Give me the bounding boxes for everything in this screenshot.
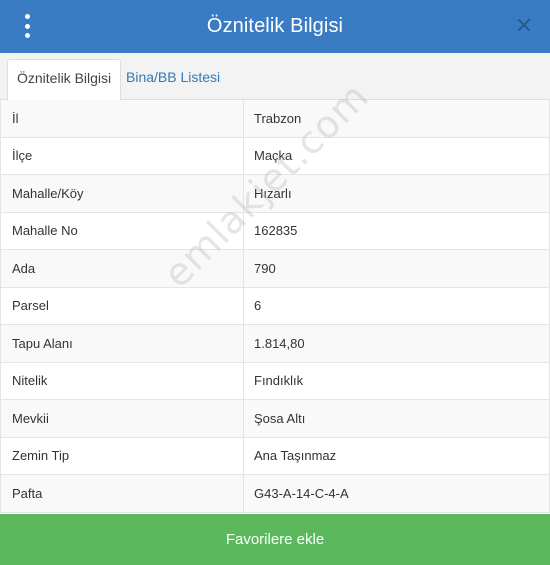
table-row: Mahalle No 162835 xyxy=(1,212,549,250)
attribute-key: İlçe xyxy=(1,137,244,174)
attribute-value: Hızarlı xyxy=(254,185,292,201)
attribute-key: Pafta xyxy=(1,475,244,512)
attribute-value: 1.814,80 xyxy=(254,335,305,351)
attribute-key: Mevkii xyxy=(1,400,244,437)
table-row: İlçe Maçka xyxy=(1,137,549,175)
add-to-favorites-button[interactable]: Favorilere ekle xyxy=(0,514,550,565)
attribute-table: İl Trabzon İlçe Maçka Mahalle/Köy Hızarlı Maha… xyxy=(0,100,550,513)
kebab-menu-icon[interactable] xyxy=(21,14,33,38)
attribute-key: Nitelik xyxy=(1,362,244,399)
tab-attribute-info[interactable]: Öznitelik Bilgisi xyxy=(7,59,122,101)
tab-building-list[interactable]: Bina/BB Listesi xyxy=(117,59,229,101)
table-row: Mevkii Şosa Altı xyxy=(1,400,549,438)
table-row: Tapu Alanı 1.814,80 xyxy=(1,325,549,363)
attribute-key: İl xyxy=(1,100,244,137)
dialog-title: Öznitelik Bilgisi xyxy=(206,15,344,37)
dialog-header: Öznitelik Bilgisi ✕ xyxy=(0,0,550,53)
attribute-key: Mahalle/Köy xyxy=(1,175,244,212)
attribute-value: Şosa Altı xyxy=(254,410,306,426)
table-row: Nitelik Fındıklık xyxy=(1,362,549,400)
attribute-value: Fındıklık xyxy=(254,373,304,389)
table-row: Ada 790 xyxy=(1,250,549,288)
attribute-value: Trabzon xyxy=(254,110,302,126)
attribute-value: G43-A-14-C-4-A xyxy=(254,485,349,501)
tab-bar: Öznitelik Bilgisi Bina/BB Listesi xyxy=(0,53,550,101)
attribute-key: Tapu Alanı xyxy=(1,325,244,362)
attribute-value: Ana Taşınmaz xyxy=(254,448,337,464)
attribute-value: Maçka xyxy=(254,148,293,164)
attribute-key: Parsel xyxy=(1,287,244,324)
attribute-key: Ada xyxy=(1,250,244,287)
table-row: Zemin Tip Ana Taşınmaz xyxy=(1,437,549,475)
table-row: Mahalle/Köy Hızarlı xyxy=(1,175,549,213)
table-row: Parsel 6 xyxy=(1,287,549,325)
table-row: Pafta G43-A-14-C-4-A xyxy=(1,475,549,513)
attribute-value: 790 xyxy=(254,260,276,276)
attribute-key: Mahalle No xyxy=(1,212,244,249)
attribute-value: 162835 xyxy=(254,223,298,239)
attribute-value: 6 xyxy=(254,298,262,314)
close-icon[interactable]: ✕ xyxy=(512,14,536,38)
table-row: İl Trabzon xyxy=(1,100,549,138)
attribute-key: Zemin Tip xyxy=(1,437,244,474)
